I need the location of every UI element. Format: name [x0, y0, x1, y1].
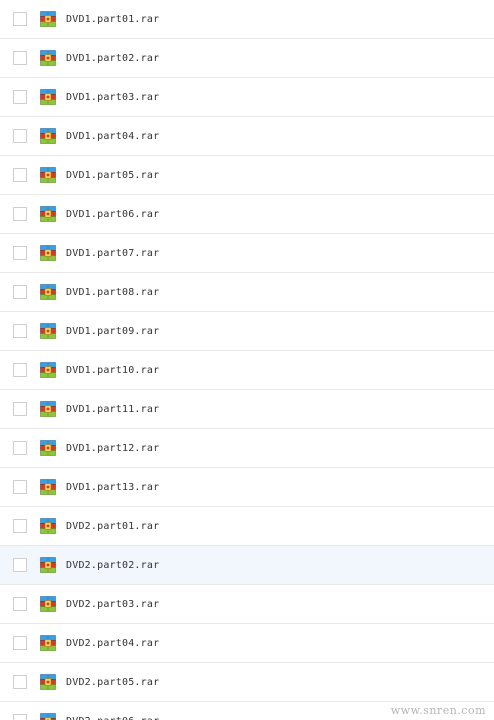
file-name[interactable]: DVD1.part12.rar [66, 443, 159, 454]
file-row[interactable]: DVD2.part05.rar [0, 663, 494, 702]
row-checkbox[interactable] [13, 168, 27, 182]
row-checkbox[interactable] [13, 207, 27, 221]
row-checkbox[interactable] [13, 246, 27, 260]
file-name[interactable]: DVD1.part02.rar [66, 53, 159, 64]
row-checkbox[interactable] [13, 285, 27, 299]
file-name[interactable]: DVD1.part03.rar [66, 92, 159, 103]
file-list: DVD1.part01.rar DVD1.part02.rar DVD1.part0… [0, 0, 494, 720]
file-row[interactable]: DVD1.part08.rar [0, 273, 494, 312]
file-row[interactable]: DVD1.part04.rar [0, 117, 494, 156]
file-row[interactable]: DVD1.part07.rar [0, 234, 494, 273]
row-checkbox[interactable] [13, 480, 27, 494]
file-row[interactable]: DVD1.part12.rar [0, 429, 494, 468]
file-row[interactable]: DVD2.part04.rar [0, 624, 494, 663]
file-name[interactable]: DVD1.part07.rar [66, 248, 159, 259]
file-row[interactable]: DVD2.part03.rar [0, 585, 494, 624]
rar-archive-icon [40, 284, 56, 300]
file-name[interactable]: DVD2.part01.rar [66, 521, 159, 532]
file-name[interactable]: DVD2.part03.rar [66, 599, 159, 610]
file-row[interactable]: DVD1.part03.rar [0, 78, 494, 117]
row-checkbox[interactable] [13, 402, 27, 416]
file-row[interactable]: DVD1.part05.rar [0, 156, 494, 195]
rar-archive-icon [40, 206, 56, 222]
row-checkbox[interactable] [13, 51, 27, 65]
rar-archive-icon [40, 440, 56, 456]
file-name[interactable]: DVD2.part02.rar [66, 560, 159, 571]
row-checkbox[interactable] [13, 363, 27, 377]
row-checkbox[interactable] [13, 12, 27, 26]
file-name[interactable]: DVD1.part05.rar [66, 170, 159, 181]
file-row[interactable]: DVD1.part01.rar [0, 0, 494, 39]
rar-archive-icon [40, 401, 56, 417]
rar-archive-icon [40, 128, 56, 144]
rar-archive-icon [40, 89, 56, 105]
file-row[interactable]: DVD1.part09.rar [0, 312, 494, 351]
row-checkbox[interactable] [13, 636, 27, 650]
file-name[interactable]: DVD1.part08.rar [66, 287, 159, 298]
rar-archive-icon [40, 635, 56, 651]
file-name[interactable]: DVD2.part04.rar [66, 638, 159, 649]
file-rows: DVD1.part01.rar DVD1.part02.rar DVD1.part0… [0, 0, 494, 720]
watermark: www.snren.com [390, 704, 486, 717]
rar-archive-icon [40, 323, 56, 339]
file-row[interactable]: DVD1.part10.rar [0, 351, 494, 390]
file-row[interactable]: DVD1.part11.rar [0, 390, 494, 429]
rar-archive-icon [40, 674, 56, 690]
file-row[interactable]: DVD2.part02.rar [0, 546, 494, 585]
row-checkbox[interactable] [13, 714, 27, 720]
file-name[interactable]: DVD1.part10.rar [66, 365, 159, 376]
file-name[interactable]: DVD1.part09.rar [66, 326, 159, 337]
file-row[interactable]: DVD1.part02.rar [0, 39, 494, 78]
rar-archive-icon [40, 50, 56, 66]
row-checkbox[interactable] [13, 597, 27, 611]
file-name[interactable]: DVD1.part11.rar [66, 404, 159, 415]
rar-archive-icon [40, 596, 56, 612]
rar-archive-icon [40, 557, 56, 573]
row-checkbox[interactable] [13, 129, 27, 143]
row-checkbox[interactable] [13, 519, 27, 533]
file-name[interactable]: DVD1.part13.rar [66, 482, 159, 493]
row-checkbox[interactable] [13, 558, 27, 572]
row-checkbox[interactable] [13, 441, 27, 455]
file-name[interactable]: DVD1.part01.rar [66, 14, 159, 25]
rar-archive-icon [40, 362, 56, 378]
rar-archive-icon [40, 11, 56, 27]
file-name[interactable]: DVD1.part04.rar [66, 131, 159, 142]
rar-archive-icon [40, 518, 56, 534]
file-name[interactable]: DVD2.part06.rar [66, 716, 159, 720]
rar-archive-icon [40, 479, 56, 495]
file-row[interactable]: DVD1.part06.rar [0, 195, 494, 234]
file-name[interactable]: DVD1.part06.rar [66, 209, 159, 220]
file-row[interactable]: DVD1.part13.rar [0, 468, 494, 507]
row-checkbox[interactable] [13, 675, 27, 689]
file-name[interactable]: DVD2.part05.rar [66, 677, 159, 688]
rar-archive-icon [40, 713, 56, 720]
file-row[interactable]: DVD2.part01.rar [0, 507, 494, 546]
row-checkbox[interactable] [13, 90, 27, 104]
row-checkbox[interactable] [13, 324, 27, 338]
rar-archive-icon [40, 167, 56, 183]
rar-archive-icon [40, 245, 56, 261]
